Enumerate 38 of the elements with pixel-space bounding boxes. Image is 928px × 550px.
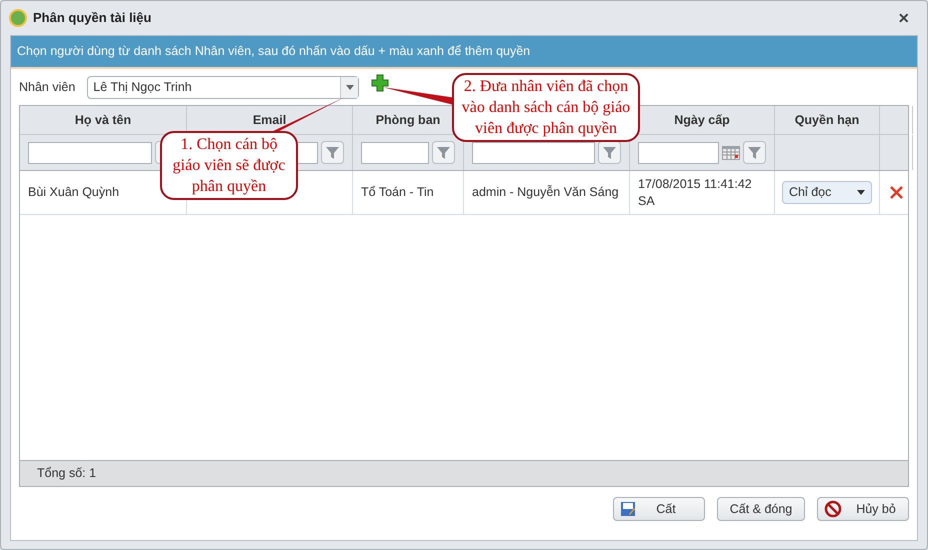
filter-button[interactable] — [598, 141, 621, 164]
total-count: Tổng số: 1 — [37, 465, 96, 482]
column-header[interactable]: Ngày cấp — [674, 110, 730, 130]
close-button[interactable]: × — [888, 9, 919, 27]
callout-tooltip: 1. Chọn cán bộ giáo viên sẽ được phân quyền — [160, 131, 298, 200]
cancel-button[interactable]: Hủy bỏ — [817, 497, 909, 521]
filter-field[interactable] — [361, 142, 429, 164]
column-header[interactable]: Phòng ban — [376, 110, 440, 130]
filter-icon — [437, 146, 450, 158]
add-button[interactable] — [371, 74, 390, 92]
save-button[interactable]: Cất — [613, 497, 705, 521]
permission-dropdown[interactable]: Chỉ đọc — [782, 181, 872, 204]
employee-combobox[interactable]: Lê Thị Ngọc Trinh — [87, 76, 360, 98]
callout-tooltip: 2. Đưa nhân viên đã chọn vào danh sách cán bộ giáo viên được phân quyền — [452, 73, 640, 142]
column-header[interactable]: Họ và tên — [74, 110, 132, 130]
dropdown-arrow-icon — [346, 84, 354, 90]
filter-icon — [748, 146, 761, 158]
table-cell: Tổ Toán - Tin — [361, 184, 434, 201]
filter-icon — [603, 146, 616, 158]
table-cell: admin - Nguyễn Văn Sáng — [472, 184, 619, 201]
dropdown-arrow-icon — [857, 190, 865, 195]
app-logo-icon — [9, 9, 27, 27]
column-header[interactable]: Email — [252, 110, 286, 130]
instruction-banner: Chọn người dùng từ danh sách Nhân viên, sau đó nhấn vào dấu + màu xanh để thêm quyền — [11, 36, 917, 69]
window-title: Phân quyền tài liệu — [33, 9, 152, 28]
column-header[interactable]: Quyền hạn — [794, 110, 860, 130]
filter-icon — [326, 146, 339, 158]
table-cell: Bùi Xuân Quỳnh — [28, 184, 120, 201]
plus-icon — [371, 74, 390, 92]
delete-button[interactable] — [889, 185, 904, 200]
filter-field[interactable] — [472, 142, 595, 164]
filter-field[interactable] — [638, 142, 719, 164]
calendar-icon[interactable] — [722, 146, 740, 160]
prohibited-icon — [824, 500, 842, 518]
save-close-button[interactable]: Cất & đóng — [717, 497, 805, 521]
field-label: Nhân viên — [19, 78, 76, 96]
filter-field[interactable] — [28, 142, 152, 164]
table-cell-text: 17/08/2015 11:41:42 SA — [638, 176, 753, 210]
